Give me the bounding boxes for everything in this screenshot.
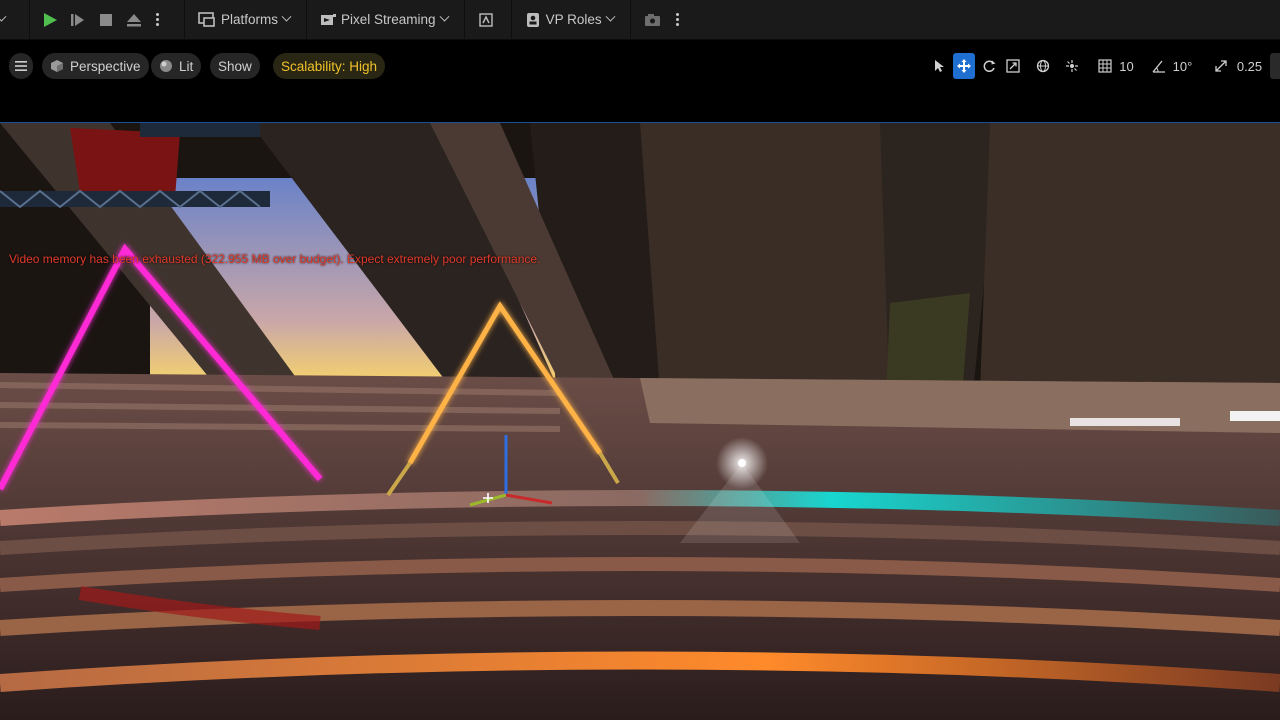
stop-icon (100, 13, 112, 26)
render-settings-icon (478, 12, 493, 27)
angle-icon (1152, 60, 1165, 73)
stop-button[interactable] (92, 0, 120, 40)
scalability-button[interactable]: Scalability: High (273, 53, 386, 79)
lit-label: Lit (179, 58, 194, 74)
more-options-icon (673, 13, 683, 26)
perspective-button[interactable]: Perspective (42, 53, 149, 79)
scale-arrow-icon (1215, 60, 1227, 72)
scale-snap-value: 0.25 (1236, 58, 1263, 74)
chevron-down-icon (0, 11, 7, 22)
scale-tool-button[interactable] (1002, 53, 1024, 79)
chevron-down-icon (439, 11, 450, 22)
viewport-layout-button[interactable] (1270, 53, 1280, 79)
toolbar-divider (629, 0, 631, 40)
camera-icon (644, 13, 660, 26)
memory-warning-text: Video memory has been exhausted (322.955… (9, 252, 541, 266)
cursor-arrow-icon (935, 60, 944, 72)
scalability-label: Scalability: High (281, 58, 378, 74)
toolbar-divider (306, 0, 308, 40)
perspective-label: Perspective (70, 58, 141, 74)
cube-icon (51, 60, 63, 72)
more-options-icon (152, 13, 162, 26)
pixel-streaming-button[interactable]: Pixel Streaming (313, 0, 454, 40)
chevron-down-icon (281, 11, 292, 22)
view-mode-button[interactable]: Lit (151, 53, 202, 79)
advance-frame-button[interactable] (64, 0, 92, 40)
play-options-button[interactable] (148, 0, 166, 40)
grid-snap-value: 10 (1119, 58, 1134, 74)
camera-tools-button[interactable] (637, 0, 669, 40)
rotate-icon (983, 60, 996, 72)
world-local-toggle-button[interactable] (1032, 53, 1054, 79)
move-arrows-icon (957, 59, 971, 73)
rotate-tool-button[interactable] (978, 53, 1000, 79)
rotation-snap-value: 10° (1172, 58, 1193, 74)
skip-icon (71, 13, 84, 26)
chevron-down-icon (605, 11, 616, 22)
show-button[interactable]: Show (210, 53, 260, 79)
lit-sphere-icon (160, 60, 172, 72)
platforms-label: Platforms (221, 12, 279, 27)
viewport-toolbar: Perspective Lit Show Scalability: High 1… (0, 42, 1280, 90)
globe-icon (1036, 59, 1050, 73)
scale-snap-button[interactable]: 0.25 (1210, 53, 1266, 79)
toolbar-menu-chevron[interactable] (0, 0, 9, 40)
eject-button[interactable] (120, 0, 148, 40)
toolbar-divider (29, 0, 30, 40)
play-button[interactable] (36, 0, 64, 40)
play-icon (44, 12, 57, 27)
show-label: Show (218, 58, 252, 74)
viewport-menu-button[interactable] (9, 53, 33, 79)
vp-roles-icon (526, 12, 539, 27)
vp-roles-label: VP Roles (545, 12, 602, 27)
toolbar-more-button[interactable] (669, 0, 687, 40)
eject-icon (127, 13, 141, 26)
surface-snap-icon (1066, 60, 1078, 72)
grid-icon (1098, 59, 1112, 73)
pixel-streaming-icon (321, 13, 337, 25)
vp-roles-button[interactable]: VP Roles (518, 0, 620, 40)
surface-snap-button[interactable] (1061, 53, 1083, 79)
select-tool-button[interactable] (929, 53, 951, 79)
scene-render (0, 123, 1280, 720)
hamburger-icon (15, 61, 27, 71)
platforms-icon (198, 11, 215, 27)
render-settings-button[interactable] (471, 0, 501, 40)
main-toolbar: Platforms Pixel Streaming VP Roles (0, 0, 1280, 40)
toolbar-divider (510, 0, 512, 40)
grid-snap-button[interactable]: 10 (1091, 53, 1141, 79)
pixel-streaming-label: Pixel Streaming (341, 12, 436, 27)
scale-icon (1006, 59, 1020, 73)
platforms-button[interactable]: Platforms (191, 0, 296, 40)
toolbar-divider (463, 0, 465, 40)
rotation-snap-button[interactable]: 10° (1147, 53, 1197, 79)
translate-tool-button[interactable] (953, 53, 975, 79)
toolbar-divider (184, 0, 185, 40)
level-viewport[interactable]: Video memory has been exhausted (322.955… (0, 122, 1280, 720)
